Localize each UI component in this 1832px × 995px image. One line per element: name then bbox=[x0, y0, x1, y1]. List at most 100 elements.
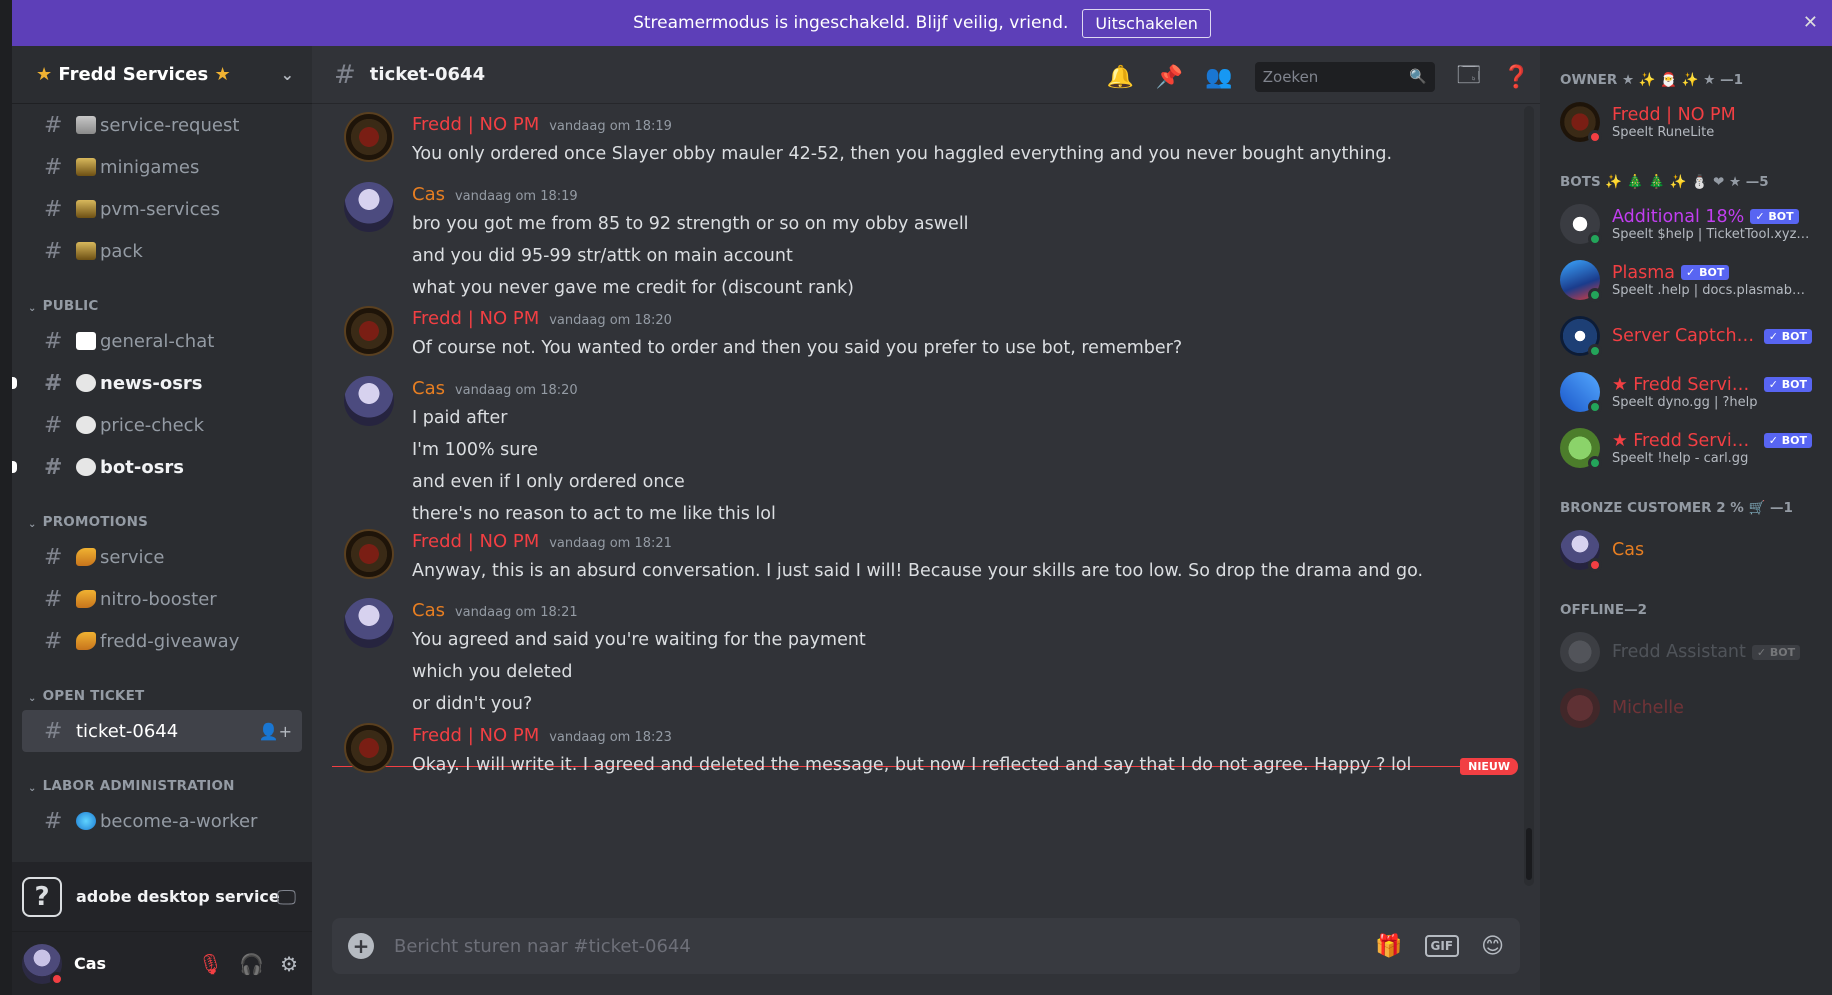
message-text: and even if I only ordered once bbox=[412, 472, 685, 492]
avatar bbox=[1560, 428, 1602, 470]
category-labor-administration[interactable]: ⌄ LABOR ADMINISTRATION bbox=[22, 764, 302, 800]
circle-icon bbox=[76, 458, 96, 476]
hash-icon: # bbox=[44, 412, 63, 438]
bot-badge: ✓ BOT bbox=[1750, 209, 1799, 224]
message-timestamp: vandaag om 18:21 bbox=[454, 605, 578, 620]
screen-share-icon[interactable]: 🖵 bbox=[277, 885, 296, 909]
message-text: or didn't you? bbox=[412, 694, 533, 714]
close-icon[interactable]: ✕ bbox=[1803, 12, 1818, 33]
message-author[interactable]: Cas bbox=[412, 378, 445, 399]
sidebar-item-news-osrs[interactable]: # news-osrs bbox=[12, 362, 302, 404]
member-item[interactable]: Fredd | NO PM Speelt RuneLite bbox=[1550, 96, 1822, 148]
avatar[interactable] bbox=[344, 529, 394, 579]
sidebar-item-price-check[interactable]: # price-check bbox=[22, 404, 302, 446]
message-author[interactable]: Fredd | NO PM bbox=[412, 308, 539, 329]
sidebar-item-service[interactable]: # service bbox=[22, 536, 302, 578]
member-activity: Speelt .help | docs.plasmabot.... bbox=[1612, 282, 1812, 298]
sidebar-item-service-request[interactable]: # service-request bbox=[22, 104, 302, 146]
message-group[interactable]: Cas vandaag om 18:20 I paid after I'm 100% … bbox=[332, 374, 1492, 530]
headphones-deafened-icon[interactable]: 🎧 bbox=[239, 952, 264, 976]
member-item[interactable]: Fredd Assistant ✓ BOT bbox=[1550, 626, 1822, 678]
message-text: You agreed and said you're waiting for t… bbox=[412, 630, 866, 650]
member-item[interactable]: Additional 18% ✓ BOT Speelt $help | Ticket… bbox=[1550, 198, 1822, 250]
avatar[interactable] bbox=[344, 598, 394, 648]
message-group[interactable]: Fredd | NO PM vandaag om 18:21 Anyway, thi… bbox=[332, 527, 1492, 587]
channel-header: # ticket-0644 🔔 📌 👥 🔍 🗔 ❓ bbox=[312, 46, 1540, 104]
avatar[interactable] bbox=[344, 723, 394, 773]
chevron-down-icon[interactable]: ⌄ bbox=[281, 65, 294, 84]
scrollbar[interactable] bbox=[1524, 106, 1534, 886]
message-author[interactable]: Fredd | NO PM bbox=[412, 725, 539, 746]
message-timestamp: vandaag om 18:19 bbox=[454, 189, 578, 204]
message-author[interactable]: Cas bbox=[412, 184, 445, 205]
message-group[interactable]: Cas vandaag om 18:19 bro you got me from 8… bbox=[332, 180, 1492, 304]
member-item[interactable]: Cas bbox=[1550, 524, 1822, 576]
online-status-icon bbox=[1588, 232, 1602, 246]
message-group[interactable]: Fredd | NO PM vandaag om 18:19 You only or… bbox=[332, 110, 1492, 170]
scrollbar-thumb[interactable] bbox=[1526, 828, 1532, 880]
member-item[interactable]: Plasma ✓ BOT Speelt .help | docs.plasmabot… bbox=[1550, 254, 1822, 306]
message-timestamp: vandaag om 18:21 bbox=[549, 536, 672, 551]
members-icon[interactable]: 👥 bbox=[1205, 65, 1232, 90]
gear-icon[interactable]: ⚙ bbox=[280, 952, 298, 976]
hash-icon: # bbox=[44, 196, 63, 222]
member-activity: Speelt $help | TicketTool.xyz | ... bbox=[1612, 226, 1812, 242]
gift-icon[interactable]: 🎁 bbox=[1375, 934, 1402, 959]
sidebar-item-nitro-booster[interactable]: # nitro-booster bbox=[22, 578, 302, 620]
add-user-icon[interactable]: 👤+ bbox=[259, 722, 292, 741]
sidebar-item-fredd-giveaway[interactable]: # fredd-giveaway bbox=[22, 620, 302, 662]
message-author[interactable]: Fredd | NO PM bbox=[412, 531, 539, 552]
channel-label: ticket-0644 bbox=[76, 720, 179, 742]
circle-icon bbox=[76, 374, 96, 392]
pin-icon[interactable]: 📌 bbox=[1156, 65, 1183, 90]
message-group[interactable]: Fredd | NO PM vandaag om 18:20 Of course n… bbox=[332, 304, 1492, 364]
sidebar-item-general-chat[interactable]: # general-chat bbox=[22, 320, 302, 362]
unknown-app-icon: ? bbox=[22, 876, 62, 917]
avatar[interactable] bbox=[344, 182, 394, 232]
member-item[interactable]: Server Captcha ... ✓ BOT bbox=[1550, 310, 1822, 362]
sidebar-item-minigames[interactable]: # minigames bbox=[22, 146, 302, 188]
message-text: Okay. I will write it. I agreed and dele… bbox=[412, 755, 1412, 775]
mic-muted-icon[interactable]: 🎙 bbox=[198, 952, 223, 976]
avatar[interactable] bbox=[344, 112, 394, 162]
message-author[interactable]: Cas bbox=[412, 600, 445, 621]
message-group[interactable]: Cas vandaag om 18:21 You agreed and said y… bbox=[332, 596, 1492, 720]
disable-streamer-mode-button[interactable]: Uitschakelen bbox=[1082, 8, 1211, 38]
sidebar-item-ticket-0644[interactable]: # ticket-0644 👤+ bbox=[22, 710, 302, 752]
category-promotions[interactable]: ⌄ PROMOTIONS bbox=[22, 500, 302, 536]
category-label: OPEN TICKET bbox=[42, 688, 145, 704]
activity-panel[interactable]: ? adobe desktop service 🖵 bbox=[12, 862, 312, 932]
horn-icon bbox=[76, 548, 96, 566]
search-input[interactable] bbox=[1262, 68, 1393, 86]
server-header[interactable]: ★ Fredd Services ★ ⌄ bbox=[12, 46, 312, 104]
chat-area: # ticket-0644 🔔 📌 👥 🔍 🗔 ❓ NIEUW Fredd | … bbox=[312, 46, 1540, 995]
avatar bbox=[1560, 632, 1600, 672]
avatar[interactable] bbox=[22, 943, 64, 986]
bell-icon[interactable]: 🔔 bbox=[1107, 65, 1134, 90]
emoji-icon[interactable]: 😊 bbox=[1481, 934, 1504, 959]
member-item[interactable]: ★ Fredd Servic... ✓ BOT Speelt !help - car… bbox=[1550, 422, 1822, 474]
chest-icon bbox=[76, 158, 96, 176]
star-icon: ★ bbox=[36, 64, 53, 85]
sidebar-item-pvm-services[interactable]: # pvm-services bbox=[22, 188, 302, 230]
avatar[interactable] bbox=[344, 306, 394, 356]
add-attachment-button[interactable]: + bbox=[348, 933, 374, 959]
category-open-ticket[interactable]: ⌄ OPEN TICKET bbox=[22, 674, 302, 710]
category-public[interactable]: ⌄ PUBLIC bbox=[22, 284, 302, 320]
member-item[interactable]: Michelle bbox=[1550, 682, 1822, 734]
help-icon[interactable]: ❓ bbox=[1503, 65, 1530, 90]
member-activity: Speelt !help - carl.gg bbox=[1612, 450, 1749, 466]
message-author[interactable]: Fredd | NO PM bbox=[412, 114, 539, 135]
sidebar-item-pack[interactable]: # pack bbox=[22, 230, 302, 272]
sidebar-item-bot-osrs[interactable]: # bot-osrs bbox=[12, 446, 302, 488]
gif-button[interactable]: GIF bbox=[1424, 935, 1460, 957]
member-item[interactable]: ★ Fredd Servic... ✓ BOT Speelt dyno.gg | ?… bbox=[1550, 366, 1822, 418]
category-label: LABOR ADMINISTRATION bbox=[42, 778, 235, 794]
sidebar-item-become-a-worker[interactable]: # become-a-worker bbox=[22, 800, 302, 842]
search-box[interactable]: 🔍 bbox=[1254, 62, 1435, 92]
message-input[interactable] bbox=[394, 935, 1376, 957]
online-status-icon bbox=[1588, 456, 1602, 470]
inbox-icon[interactable]: 🗔 bbox=[1457, 58, 1481, 96]
avatar[interactable] bbox=[344, 376, 394, 426]
message-group[interactable]: Fredd | NO PM vandaag om 18:23 Okay. I wil… bbox=[332, 721, 1492, 781]
